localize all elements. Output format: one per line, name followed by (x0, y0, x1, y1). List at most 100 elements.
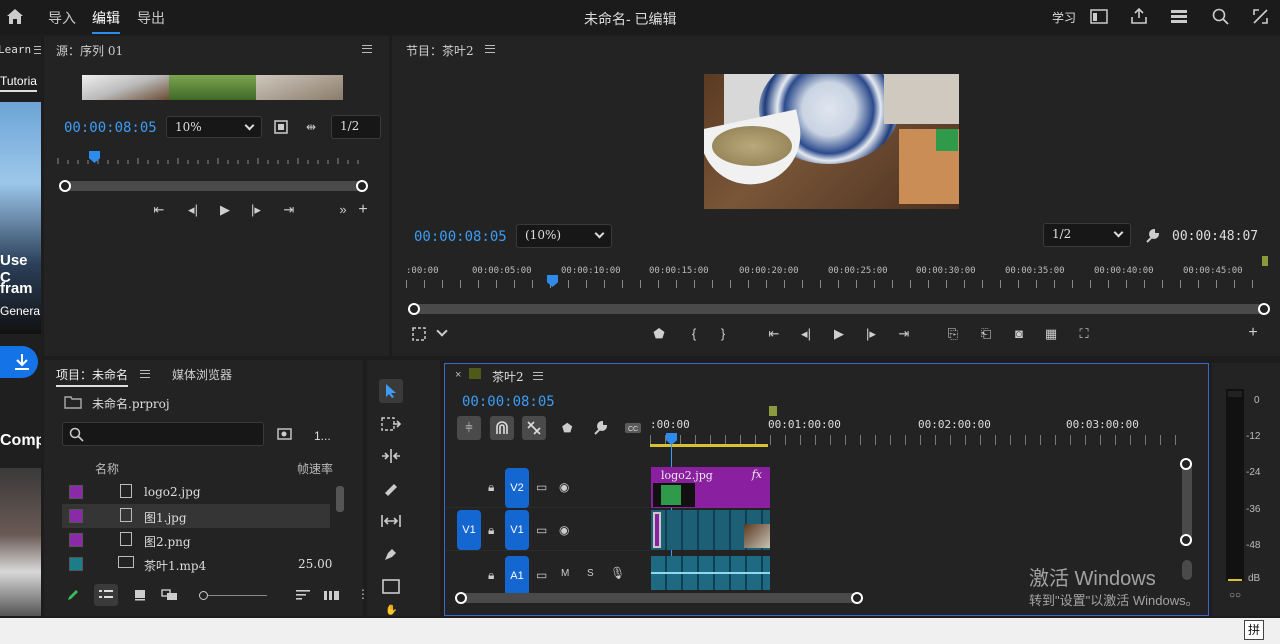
program-ruler[interactable]: :00:00 00:00:05:00 00:00:10:00 00:00:15:… (406, 266, 1266, 290)
audio-vertical-scrollbar[interactable] (1182, 560, 1192, 580)
workspaces-icon[interactable] (1170, 9, 1188, 24)
microphone-icon[interactable]: 🎙︎ (610, 566, 625, 580)
timeline-zoom-start-handle[interactable] (455, 592, 467, 604)
more-controls-icon[interactable]: » (334, 202, 352, 217)
film-icon[interactable]: ▭ (536, 480, 547, 494)
add-marker-icon[interactable]: ⬟ (650, 326, 668, 342)
program-title[interactable]: 节目：茶叶2 (406, 42, 474, 59)
nav-import[interactable]: 导入 (48, 8, 76, 28)
source-resolution-dropdown[interactable]: 1/2 (331, 115, 381, 139)
source-timecode[interactable]: 00:00:08:05 (64, 120, 157, 136)
source-settings-icon[interactable]: ⇹ (306, 120, 316, 134)
solo-meter-buttons[interactable]: ○○ (1229, 590, 1241, 601)
icon-view-icon[interactable] (134, 589, 146, 601)
add-marker-icon[interactable]: ⬟ (562, 421, 572, 435)
solo-button[interactable]: S (587, 568, 594, 579)
sequence-end-marker[interactable] (769, 406, 777, 416)
safe-margins-icon[interactable] (412, 327, 426, 341)
program-zoom-end-handle[interactable] (1258, 303, 1270, 315)
track-target-v1[interactable]: V1 (505, 510, 529, 550)
timeline-ruler[interactable]: :00:00 00:01:00:00 00:02:00:00 00:03:00:… (650, 418, 1185, 448)
clip-v1[interactable] (651, 510, 770, 550)
program-zoom-bar[interactable] (408, 303, 1270, 315)
ime-indicator[interactable]: 拼 (1244, 620, 1264, 640)
lock-icon[interactable]: 🔒︎ (488, 568, 494, 583)
list-item[interactable]: 图1.jpg (62, 504, 330, 528)
download-button[interactable] (0, 346, 38, 378)
extract-icon[interactable]: ⎗ (977, 326, 995, 342)
source-menu-icon[interactable] (362, 45, 372, 53)
program-zoom-dropdown[interactable]: (10%) (516, 224, 612, 248)
lift-icon[interactable]: ⎘ (944, 326, 962, 342)
ripple-edit-icon[interactable] (381, 448, 401, 464)
wrench-icon[interactable] (1144, 228, 1160, 244)
program-resolution-dropdown[interactable]: 1/2 (1043, 223, 1131, 247)
list-view-button[interactable] (94, 584, 118, 606)
program-zoom-start-handle[interactable] (408, 303, 420, 315)
pencil-icon[interactable] (66, 588, 80, 602)
export-frame-icon[interactable] (274, 120, 288, 134)
eye-icon[interactable]: ◉ (559, 523, 569, 537)
list-scrollbar[interactable] (336, 486, 344, 512)
step-forward-icon[interactable]: |▸ (862, 326, 880, 342)
film-icon[interactable]: ▭ (536, 523, 547, 537)
new-bin-icon[interactable] (277, 427, 293, 441)
project-tab[interactable]: 项目：未命名 (56, 366, 129, 387)
rectangle-tool-icon[interactable] (382, 579, 400, 595)
close-tab-icon[interactable]: × (455, 369, 461, 381)
eye-icon[interactable]: ◉ (559, 480, 569, 494)
timeline-menu-icon[interactable] (533, 372, 543, 380)
timeline-zoom-bar[interactable] (455, 592, 863, 604)
nest-toggle-button[interactable]: ⫩ (457, 416, 481, 440)
label-color-swatch[interactable] (69, 533, 83, 547)
step-forward-icon[interactable]: |▸ (247, 202, 265, 218)
slip-icon[interactable] (381, 513, 401, 529)
sort-icon[interactable] (296, 589, 310, 601)
track-select-icon[interactable] (381, 416, 401, 432)
go-to-out-icon[interactable]: ⇥ (280, 202, 298, 218)
name-column-header[interactable]: 名称 (95, 460, 119, 477)
chevron-down-icon[interactable] (436, 325, 448, 337)
tutorial-tab[interactable]: Tutoria (0, 74, 37, 92)
list-item[interactable]: 图2.png (62, 528, 330, 552)
go-to-in-icon[interactable]: ⇤ (765, 326, 783, 342)
program-preview[interactable] (704, 74, 959, 209)
mark-out-icon[interactable]: } (714, 326, 732, 341)
source-zoom-start-handle[interactable] (59, 180, 71, 192)
source-zoom-bar[interactable] (59, 180, 368, 192)
timeline-vertical-scrollbar[interactable] (1180, 458, 1192, 546)
clip-a1[interactable] (651, 556, 770, 590)
search-icon[interactable] (1211, 7, 1229, 25)
play-icon[interactable]: ▶ (216, 202, 234, 218)
project-menu-icon[interactable] (140, 370, 150, 378)
mark-in-icon[interactable]: { (685, 326, 703, 341)
nav-edit[interactable]: 编辑 (92, 8, 120, 34)
scroll-handle[interactable] (1180, 534, 1192, 546)
learn-tab[interactable]: Learn (0, 43, 31, 56)
fps-column-header[interactable]: 帧速率 (297, 460, 333, 477)
linked-selection-button[interactable] (522, 416, 546, 440)
timeline-tab-title[interactable]: 茶叶2 (492, 368, 524, 385)
media-browser-tab[interactable]: 媒体浏览器 (172, 366, 232, 383)
go-to-in-icon[interactable]: ⇤ (150, 202, 168, 218)
thumbnail-size-slider[interactable] (199, 591, 267, 600)
nav-export[interactable]: 导出 (137, 8, 165, 28)
captions-icon[interactable]: CC (624, 422, 642, 434)
slider-handle[interactable] (199, 591, 208, 600)
program-timecode[interactable]: 00:00:08:05 (414, 229, 507, 245)
add-button-icon[interactable]: + (1244, 324, 1262, 342)
list-item[interactable]: 茶叶1.mp4 25.00 (62, 552, 332, 576)
learn-button[interactable]: 学习 (1052, 9, 1076, 26)
freeform-view-icon[interactable] (161, 589, 179, 601)
share-icon[interactable] (1130, 7, 1148, 25)
step-back-icon[interactable]: ◂| (184, 202, 202, 218)
source-zoom-dropdown[interactable]: 10% (166, 116, 262, 138)
clip-logo2[interactable]: logo2.jpg fx (651, 467, 770, 508)
home-icon[interactable] (6, 8, 24, 25)
fx-badge[interactable]: fx (752, 468, 762, 481)
razor-icon[interactable] (382, 480, 400, 498)
track-target-v2[interactable]: V2 (505, 468, 529, 508)
pen-icon[interactable] (383, 546, 399, 562)
proxy-toggle-icon[interactable]: ⛶ (1075, 326, 1093, 342)
track-target-a1[interactable]: A1 (505, 556, 529, 596)
